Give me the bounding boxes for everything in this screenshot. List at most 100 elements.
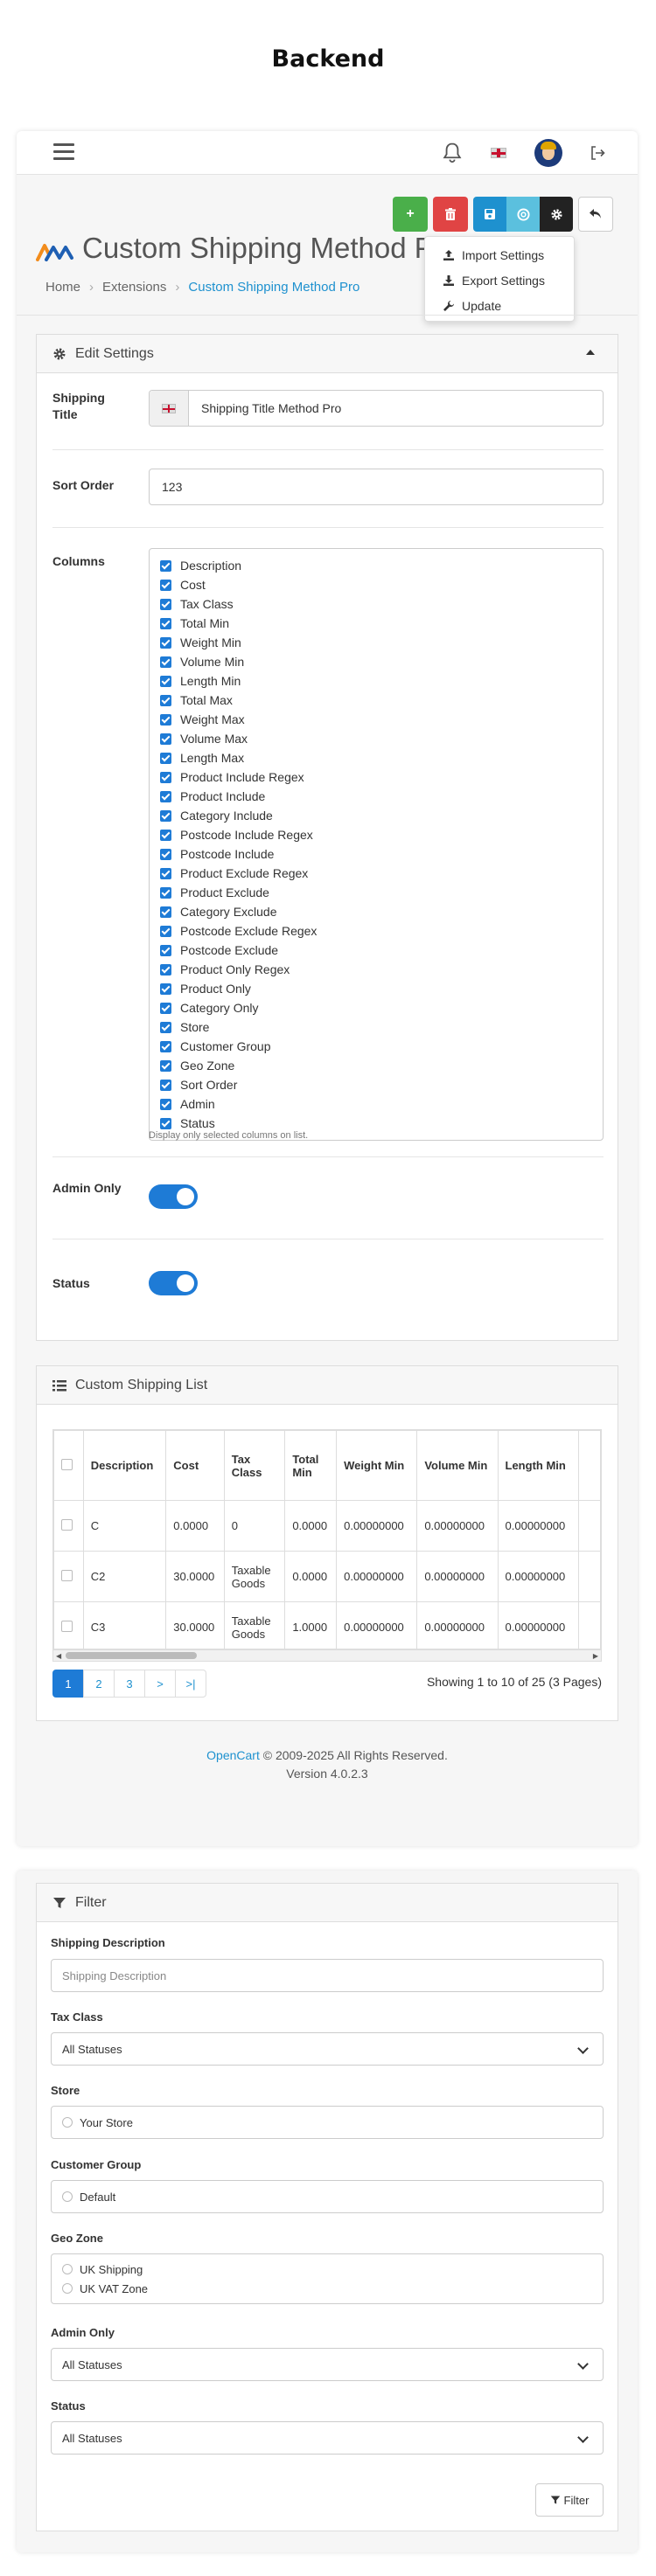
column-header[interactable]: Length Min xyxy=(497,1430,579,1501)
column-checkbox-item[interactable]: Category Exclude xyxy=(160,902,592,921)
column-checkbox-item[interactable]: Category Only xyxy=(160,998,592,1017)
checkbox-checked-icon[interactable] xyxy=(160,925,171,937)
customer-group-option[interactable]: Default xyxy=(62,2186,592,2207)
column-header[interactable]: Total Min xyxy=(284,1430,338,1501)
checkbox-checked-icon[interactable] xyxy=(160,1021,171,1033)
radio-icon[interactable] xyxy=(62,2264,73,2274)
column-checkbox-item[interactable]: Length Min xyxy=(160,671,592,691)
checkbox-checked-icon[interactable] xyxy=(160,848,171,860)
checkbox-checked-icon[interactable] xyxy=(160,1098,171,1110)
breadcrumb-home[interactable]: Home xyxy=(45,280,80,295)
select-all-checkbox[interactable] xyxy=(61,1458,73,1470)
delete-button[interactable] xyxy=(433,197,468,232)
checkbox-checked-icon[interactable] xyxy=(160,867,171,879)
checkbox-checked-icon[interactable] xyxy=(160,809,171,822)
table-row[interactable]: C2 30.0000 Taxable Goods 0.0000 0.00000000 0.… xyxy=(53,1551,601,1602)
column-checkbox-item[interactable]: Tax Class xyxy=(160,594,592,614)
menu-toggle-icon[interactable] xyxy=(53,143,74,161)
column-header[interactable]: Weight Min xyxy=(336,1430,418,1501)
checkbox-checked-icon[interactable] xyxy=(160,694,171,706)
save-button[interactable] xyxy=(473,197,506,232)
admin-only-select[interactable]: All Statuses xyxy=(51,2348,604,2381)
checkbox-checked-icon[interactable] xyxy=(160,906,171,918)
store-option[interactable]: Your Store xyxy=(62,2112,592,2133)
checkbox-checked-icon[interactable] xyxy=(160,1002,171,1014)
shipping-title-field[interactable]: Shipping Title Method Pro xyxy=(149,390,604,427)
column-checkbox-item[interactable]: Product Only xyxy=(160,979,592,998)
import-settings-item[interactable]: Import Settings xyxy=(425,242,574,267)
column-header[interactable]: Description xyxy=(82,1430,167,1501)
column-checkbox-item[interactable]: Weight Min xyxy=(160,633,592,652)
checkbox-checked-icon[interactable] xyxy=(160,752,171,764)
column-checkbox-item[interactable]: Product Only Regex xyxy=(160,960,592,979)
settings-dropdown-button[interactable] xyxy=(540,197,573,232)
checkbox-checked-icon[interactable] xyxy=(160,675,171,687)
shipping-description-input[interactable]: Shipping Description xyxy=(51,1959,604,1992)
column-header[interactable]: Tax Class xyxy=(223,1430,286,1501)
checkbox-checked-icon[interactable] xyxy=(160,617,171,629)
checkbox-checked-icon[interactable] xyxy=(160,1079,171,1091)
checkbox-checked-icon[interactable] xyxy=(160,636,171,649)
column-header[interactable]: Cost xyxy=(165,1430,225,1501)
language-flag-icon[interactable] xyxy=(491,148,506,158)
edit-settings-header[interactable]: Edit Settings xyxy=(37,335,618,373)
row-select-checkbox[interactable] xyxy=(61,1518,73,1531)
status-select[interactable]: All Statuses xyxy=(51,2421,604,2454)
geo-zone-option[interactable]: UK VAT Zone xyxy=(62,2279,592,2298)
table-row[interactable]: C 0.0000 0 0.0000 0.00000000 0.00000000 0.0000… xyxy=(53,1500,601,1552)
help-button[interactable] xyxy=(506,197,540,232)
checkbox-checked-icon[interactable] xyxy=(160,579,171,591)
page-2-button[interactable]: 2 xyxy=(83,1670,115,1698)
column-checkbox-item[interactable]: Cost xyxy=(160,575,592,594)
breadcrumb-current[interactable]: Custom Shipping Method Pro xyxy=(188,280,359,295)
column-checkbox-item[interactable]: Customer Group xyxy=(160,1037,592,1056)
row-select-checkbox[interactable] xyxy=(61,1620,73,1632)
column-header[interactable]: Volume Min xyxy=(416,1430,499,1501)
logout-icon[interactable] xyxy=(589,144,606,162)
checkbox-checked-icon[interactable] xyxy=(160,656,171,668)
column-checkbox-item[interactable]: Store xyxy=(160,1017,592,1037)
admin-only-toggle[interactable] xyxy=(149,1184,198,1209)
export-settings-item[interactable]: Export Settings xyxy=(425,267,574,293)
column-checkbox-item[interactable]: Volume Max xyxy=(160,729,592,748)
filter-button[interactable]: Filter xyxy=(535,2483,604,2517)
add-button[interactable]: + xyxy=(393,197,428,232)
column-checkbox-item[interactable]: Postcode Exclude Regex xyxy=(160,921,592,941)
shipping-table-scroll[interactable]: Description Cost Tax Class Total Min Wei… xyxy=(52,1429,602,1649)
checkbox-checked-icon[interactable] xyxy=(160,559,171,572)
checkbox-checked-icon[interactable] xyxy=(160,713,171,726)
checkbox-checked-icon[interactable] xyxy=(160,886,171,899)
geo-zone-option[interactable]: UK Shipping xyxy=(62,2260,592,2279)
radio-icon[interactable] xyxy=(62,2117,73,2128)
checkbox-checked-icon[interactable] xyxy=(160,598,171,610)
column-checkbox-item[interactable]: Total Min xyxy=(160,614,592,633)
column-checkbox-item[interactable]: Geo Zone xyxy=(160,1056,592,1075)
column-checkbox-item[interactable]: Total Max xyxy=(160,691,592,710)
table-row[interactable]: C3 30.0000 Taxable Goods 1.0000 0.00000000 0.… xyxy=(53,1601,601,1649)
opencart-link[interactable]: OpenCart xyxy=(206,1748,260,1762)
next-page-button[interactable]: > xyxy=(144,1670,176,1698)
column-checkbox-item[interactable]: Postcode Include Regex xyxy=(160,825,592,844)
radio-icon[interactable] xyxy=(62,2191,73,2202)
checkbox-checked-icon[interactable] xyxy=(160,771,171,783)
column-checkbox-item[interactable]: Category Include xyxy=(160,806,592,825)
radio-icon[interactable] xyxy=(62,2283,73,2294)
column-checkbox-item[interactable]: Length Max xyxy=(160,748,592,767)
back-button[interactable] xyxy=(578,197,613,232)
status-toggle[interactable] xyxy=(149,1271,198,1295)
sort-order-input[interactable]: 123 xyxy=(149,469,604,505)
column-checkbox-item[interactable]: Product Include Regex xyxy=(160,767,592,787)
checkbox-checked-icon[interactable] xyxy=(160,1040,171,1052)
column-checkbox-item[interactable]: Product Exclude Regex xyxy=(160,864,592,883)
checkbox-checked-icon[interactable] xyxy=(160,944,171,956)
checkbox-checked-icon[interactable] xyxy=(160,982,171,995)
breadcrumb-extensions[interactable]: Extensions xyxy=(102,280,166,295)
column-checkbox-item[interactable]: Sort Order xyxy=(160,1075,592,1094)
collapse-caret-icon[interactable] xyxy=(586,350,595,355)
column-checkbox-item[interactable]: Product Include xyxy=(160,787,592,806)
page-1-button[interactable]: 1 xyxy=(52,1670,84,1698)
checkbox-checked-icon[interactable] xyxy=(160,963,171,976)
column-checkbox-item[interactable]: Weight Max xyxy=(160,710,592,729)
column-checkbox-item[interactable]: Product Exclude xyxy=(160,883,592,902)
user-avatar[interactable] xyxy=(534,139,562,167)
